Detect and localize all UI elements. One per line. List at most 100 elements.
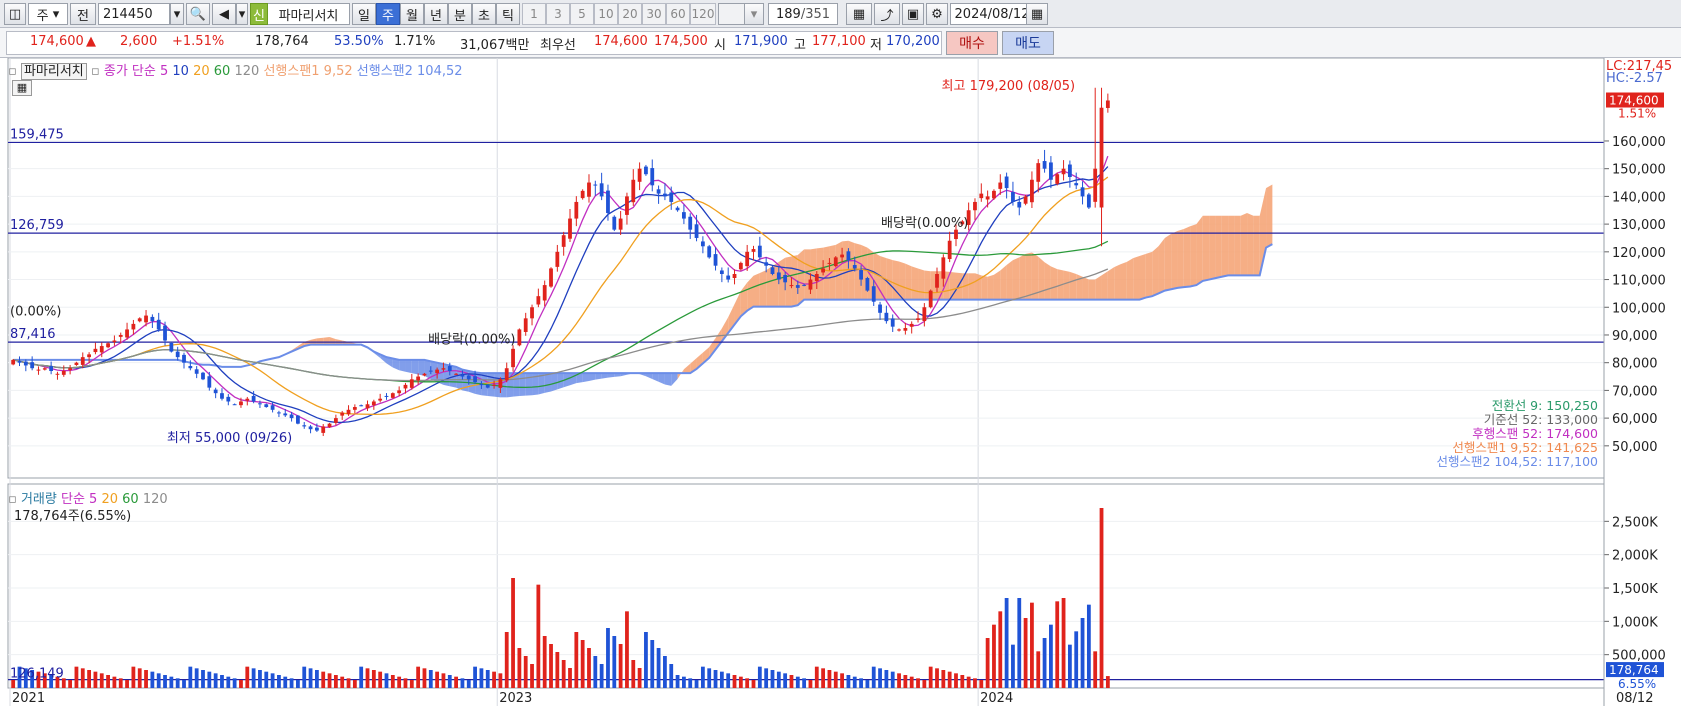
candle-body xyxy=(333,418,338,423)
volume-bar xyxy=(112,676,117,688)
volume-bar xyxy=(517,648,522,688)
volume-bar xyxy=(264,671,269,688)
candle-body xyxy=(1080,187,1085,197)
minute-step-5[interactable]: 5 xyxy=(570,3,594,25)
chevron-down-icon[interactable]: ▾ xyxy=(236,3,248,25)
volume-bar xyxy=(669,664,674,688)
minute-step-10[interactable]: 10 xyxy=(594,3,618,25)
candle-body xyxy=(492,384,496,386)
volume-bar xyxy=(74,666,79,688)
volume-tick-label: 2,500K xyxy=(1612,515,1658,530)
volume-bar xyxy=(909,676,914,688)
volume-bar xyxy=(865,680,870,688)
volume-bar xyxy=(144,670,148,688)
volume-current-label: 178,764 xyxy=(1609,663,1659,677)
candle-body xyxy=(194,369,199,374)
period-tick[interactable]: 틱 xyxy=(496,3,520,25)
layout-icon[interactable]: ◫ xyxy=(4,3,26,25)
count-display[interactable]: 189/351 xyxy=(768,3,838,25)
hline-label: 87,416 xyxy=(10,327,56,342)
candle-body xyxy=(935,274,939,288)
high-price: 177,100 xyxy=(812,34,866,49)
cloud-segment xyxy=(1266,184,1273,248)
cloud-segment xyxy=(829,244,836,300)
volume-last-value: 178,764주(6.55%) xyxy=(14,509,132,524)
cloud-segment xyxy=(671,373,678,386)
volume-bar xyxy=(840,673,844,688)
sell-button[interactable]: 매도 xyxy=(1002,31,1054,55)
candle-body xyxy=(1042,161,1047,169)
period-week[interactable]: 주 xyxy=(376,3,400,25)
period-minute[interactable]: 분 xyxy=(448,3,472,25)
trade-amount: 31,067백만 xyxy=(460,38,530,53)
candle-body xyxy=(644,166,648,175)
price-tick-label: 130,000 xyxy=(1612,218,1666,233)
legend-ma120: 120 xyxy=(234,64,260,79)
minute-step-20[interactable]: 20 xyxy=(618,3,642,25)
prev-code-button[interactable]: 전 xyxy=(70,3,96,25)
period-month[interactable]: 월 xyxy=(400,3,424,25)
candle-body xyxy=(422,373,427,376)
calendar-icon[interactable]: ▦ xyxy=(1026,3,1048,25)
trend-tool-icon[interactable]: ⤴ xyxy=(874,3,900,25)
candle-body xyxy=(998,182,1003,189)
table-icon[interactable]: ▦ xyxy=(12,80,32,96)
period-day[interactable]: 일 xyxy=(352,3,376,25)
volume-bar xyxy=(542,636,547,688)
market-select[interactable]: 주 ▾ xyxy=(28,3,68,25)
chart-area[interactable]: 50,000 60,000 70,000 80,000 90,000 100,000 110… xyxy=(0,58,1681,721)
candle-body xyxy=(479,384,484,386)
period-second[interactable]: 초 xyxy=(472,3,496,25)
candle-body xyxy=(182,354,186,363)
cloud-segment xyxy=(1006,260,1013,300)
chevron-down-icon[interactable]: ▾ xyxy=(744,3,764,25)
volume-bar xyxy=(220,675,224,688)
cloud-segment xyxy=(1044,262,1051,300)
speaker-icon[interactable]: ◀ xyxy=(212,3,236,25)
search-icon[interactable]: 🔍 xyxy=(186,3,210,25)
volume-bar xyxy=(352,680,357,688)
volume-bar xyxy=(365,668,370,688)
chevron-down-icon[interactable]: ▾ xyxy=(170,3,184,25)
candle-body xyxy=(352,407,357,410)
period-year[interactable]: 년 xyxy=(424,3,448,25)
volume-bar xyxy=(928,666,933,688)
candle-body xyxy=(669,192,674,202)
candle-body xyxy=(656,189,661,194)
cloud-segment xyxy=(886,258,893,300)
save-icon[interactable]: ▣ xyxy=(902,3,924,25)
minute-step-3[interactable]: 3 xyxy=(546,3,570,25)
volume-bar xyxy=(656,648,661,688)
volume-bar xyxy=(384,673,389,688)
candle-body xyxy=(74,362,79,365)
minute-step-30[interactable]: 30 xyxy=(642,3,666,25)
volume-value: 178,764 xyxy=(255,34,309,49)
ask-price: 174,600 xyxy=(594,34,648,49)
gear-icon[interactable]: ⚙ xyxy=(926,3,948,25)
stock-name[interactable]: 파마리서치 xyxy=(268,3,350,25)
chart-canvas[interactable]: 50,000 60,000 70,000 80,000 90,000 100,000 110… xyxy=(0,58,1681,721)
candle-body xyxy=(719,270,724,274)
minute-step-60[interactable]: 60 xyxy=(666,3,690,25)
candle-body xyxy=(264,404,269,408)
volume-bar xyxy=(985,638,990,688)
minute-step-120[interactable]: 120 xyxy=(690,3,716,25)
candle-settings-icon[interactable]: ▦ xyxy=(846,3,872,25)
candle-body xyxy=(485,384,490,388)
volume-bar xyxy=(688,678,693,688)
hline-label: 159,475 xyxy=(10,127,64,142)
buy-button[interactable]: 매수 xyxy=(946,31,998,55)
turnover-ratio: 1.71% xyxy=(394,34,436,49)
minute-step-1[interactable]: 1 xyxy=(522,3,546,25)
cloud-segment xyxy=(1196,215,1203,286)
candle-body xyxy=(1036,163,1041,182)
candle-body xyxy=(745,251,750,267)
cloud-segment xyxy=(1253,215,1260,276)
code-input[interactable]: 214450 xyxy=(98,3,170,25)
price-legend: ▫ 파마리서치 ▫ 종가 단순 5 10 20 60 120 선행스팬1 9,5… xyxy=(8,60,463,80)
date-input[interactable]: 2024/08/12 xyxy=(950,3,1034,25)
legend-stock-name[interactable]: 파마리서치 xyxy=(20,63,87,80)
candle-body xyxy=(783,274,788,283)
candle-body xyxy=(593,184,598,186)
volume-bar xyxy=(93,671,98,688)
